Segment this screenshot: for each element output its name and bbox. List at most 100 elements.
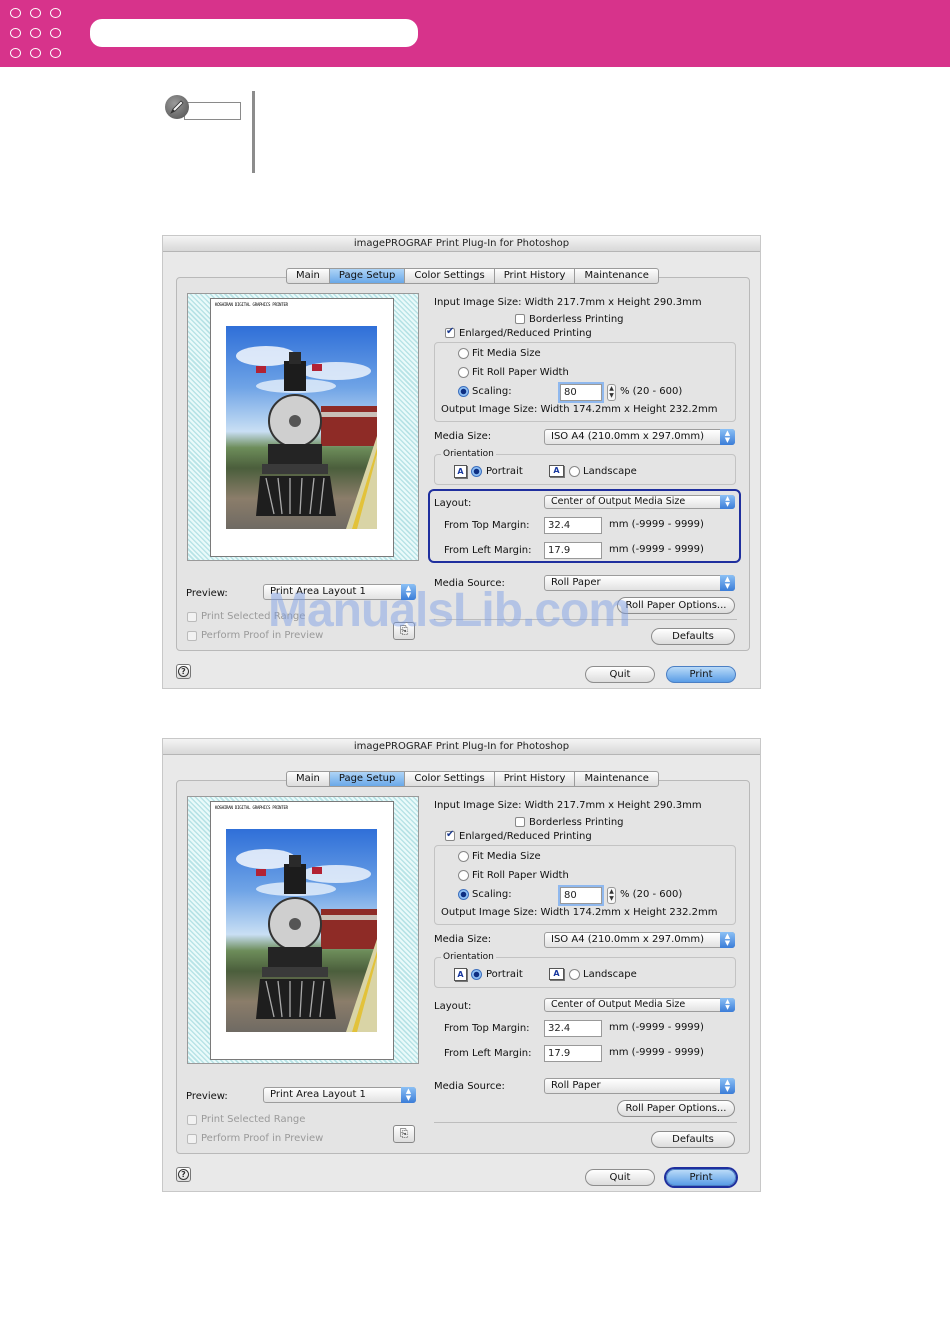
chevron-updown-icon: ▲ ▼ <box>401 1087 416 1103</box>
print-selected-label: Print Selected Range <box>201 1114 306 1125</box>
top-margin-input[interactable]: 32.4 <box>544 1020 602 1037</box>
print-button[interactable]: Print <box>666 666 736 683</box>
note-label-box <box>184 102 241 120</box>
help-button[interactable]: ? <box>176 1167 191 1182</box>
tab-color-settings[interactable]: Color Settings <box>405 269 495 283</box>
quit-button[interactable]: Quit <box>585 666 655 683</box>
scaling-range: % (20 - 600) <box>620 386 683 397</box>
header-title-box <box>90 19 418 47</box>
help-icon: ? <box>178 666 189 677</box>
preview-label: Preview: <box>186 1091 228 1102</box>
tab-page-setup[interactable]: Page Setup <box>329 269 406 283</box>
landscape-radio[interactable] <box>569 969 580 980</box>
scaling-stepper[interactable]: ▲ ▼ <box>607 887 616 904</box>
perform-proof-checkbox[interactable] <box>187 631 197 641</box>
fit-roll-label: Fit Roll Paper Width <box>472 367 569 378</box>
portrait-icon: A <box>454 968 467 981</box>
landscape-radio[interactable] <box>569 466 580 477</box>
layout-label: Layout: <box>434 1001 472 1012</box>
proof-preview-icon[interactable]: ⎘ <box>393 1125 415 1143</box>
preview-caption: KOSHIRAN DIGITAL GRAPHICS PRINTER <box>215 805 288 810</box>
tab-maintenance[interactable]: Maintenance <box>575 269 657 283</box>
media-size-select[interactable]: ISO A4 (210.0mm x 297.0mm) ▲ ▼ <box>544 932 735 948</box>
media-size-value: ISO A4 (210.0mm x 297.0mm) <box>551 431 705 442</box>
layout-select[interactable]: Center of Output Media Size ▲ ▼ <box>544 998 735 1012</box>
print-button[interactable]: Print <box>666 1169 736 1186</box>
tab-page-setup[interactable]: Page Setup <box>329 772 406 786</box>
scaling-radio[interactable] <box>458 889 469 900</box>
scaling-input[interactable]: 80 <box>560 887 602 904</box>
preview-area: KOSHIRAN DIGITAL GRAPHICS PRINTER <box>187 796 419 1064</box>
fit-media-radio[interactable] <box>458 348 469 359</box>
tab-print-history[interactable]: Print History <box>495 269 576 283</box>
roll-paper-options-button[interactable]: Roll Paper Options... <box>617 1100 735 1117</box>
media-size-label: Media Size: <box>434 431 492 442</box>
perform-proof-checkbox[interactable] <box>187 1134 197 1144</box>
preview-caption: KOSHIRAN DIGITAL GRAPHICS PRINTER <box>215 302 288 307</box>
scaling-input[interactable]: 80 <box>560 384 602 401</box>
help-button[interactable]: ? <box>176 664 191 679</box>
media-source-label: Media Source: <box>434 1081 505 1092</box>
dot-icon <box>50 48 61 58</box>
preview-select[interactable]: Print Area Layout 1 ▲ ▼ <box>263 1087 416 1103</box>
top-margin-range: mm (-9999 - 9999) <box>609 1022 704 1033</box>
media-source-select[interactable]: Roll Paper ▲ ▼ <box>544 1078 735 1094</box>
output-image-size: Output Image Size: Width 174.2mm x Heigh… <box>441 907 718 918</box>
left-margin-label: From Left Margin: <box>444 1048 532 1059</box>
tab-bar: Main Page Setup Color Settings Print His… <box>286 268 659 284</box>
perform-proof-label: Perform Proof in Preview <box>201 1133 324 1144</box>
landscape-icon: A <box>549 465 564 477</box>
media-source-value: Roll Paper <box>551 1080 601 1091</box>
dot-icon <box>10 8 21 18</box>
media-size-label: Media Size: <box>434 934 492 945</box>
roll-paper-options-button[interactable]: Roll Paper Options... <box>617 597 735 614</box>
dot-icon <box>30 48 41 58</box>
tab-main[interactable]: Main <box>287 269 330 283</box>
tab-color-settings[interactable]: Color Settings <box>405 772 495 786</box>
fit-roll-radio[interactable] <box>458 367 469 378</box>
chevron-updown-icon: ▲ ▼ <box>720 1078 735 1094</box>
borderless-checkbox[interactable] <box>515 314 525 324</box>
preview-photo <box>226 829 377 1032</box>
help-icon: ? <box>178 1169 189 1180</box>
defaults-button[interactable]: Defaults <box>651 628 735 645</box>
left-margin-input[interactable]: 17.9 <box>544 1045 602 1062</box>
chevron-updown-icon: ▲ ▼ <box>720 575 735 591</box>
portrait-radio[interactable] <box>471 466 482 477</box>
fit-roll-radio[interactable] <box>458 870 469 881</box>
enlarged-label: Enlarged/Reduced Printing <box>459 831 592 842</box>
tab-print-history[interactable]: Print History <box>495 772 576 786</box>
enlarged-checkbox[interactable] <box>445 326 455 338</box>
preview-label: Preview: <box>186 588 228 599</box>
enlarged-checkbox[interactable] <box>445 829 455 841</box>
borderless-checkbox[interactable] <box>515 817 525 827</box>
tab-bar: Main Page Setup Color Settings Print His… <box>286 771 659 787</box>
dot-icon <box>50 8 61 18</box>
tab-main[interactable]: Main <box>287 772 330 786</box>
preview-area: KOSHIRAN DIGITAL GRAPHICS PRINTER <box>187 293 419 561</box>
output-image-size: Output Image Size: Width 174.2mm x Heigh… <box>441 404 718 415</box>
scaling-stepper[interactable]: ▲ ▼ <box>607 384 616 401</box>
preview-value: Print Area Layout 1 <box>270 1089 366 1100</box>
fit-roll-label: Fit Roll Paper Width <box>472 870 569 881</box>
layout-highlight-outline <box>428 489 741 563</box>
fit-media-radio[interactable] <box>458 851 469 862</box>
portrait-radio[interactable] <box>471 969 482 980</box>
defaults-button[interactable]: Defaults <box>651 1131 735 1148</box>
tab-maintenance[interactable]: Maintenance <box>575 772 657 786</box>
scaling-label: Scaling: <box>472 889 512 900</box>
portrait-icon: A <box>454 465 467 478</box>
print-selected-checkbox[interactable] <box>187 1115 197 1125</box>
print-selected-checkbox[interactable] <box>187 612 197 622</box>
layout-value: Center of Output Media Size <box>551 999 686 1010</box>
landscape-label: Landscape <box>583 466 637 477</box>
input-image-size: Input Image Size: Width 217.7mm x Height… <box>434 800 702 811</box>
enlarged-label: Enlarged/Reduced Printing <box>459 328 592 339</box>
orientation-label: Orientation <box>441 448 496 460</box>
media-size-select[interactable]: ISO A4 (210.0mm x 297.0mm) ▲ ▼ <box>544 429 735 445</box>
scaling-radio[interactable] <box>458 386 469 397</box>
chevron-updown-icon: ▲ ▼ <box>720 429 735 445</box>
dot-icon <box>50 28 61 38</box>
quit-button[interactable]: Quit <box>585 1169 655 1186</box>
watermark-text: ManualsLib.com <box>268 584 631 637</box>
